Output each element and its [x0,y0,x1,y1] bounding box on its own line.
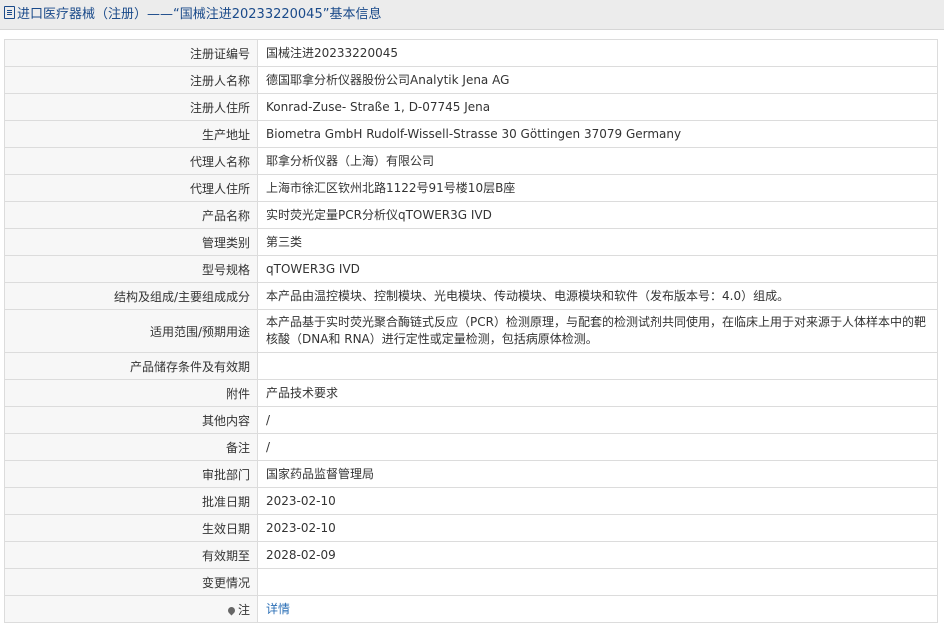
table-row: 附件 产品技术要求 [4,379,938,407]
table-row: 产品名称 实时荧光定量PCR分析仪qTOWER3G IVD [4,201,938,229]
row-value [257,352,938,380]
row-label: 审批部门 [4,460,258,488]
row-label: 备注 [4,433,258,461]
row-value: Konrad-Zuse- Straße 1, D-07745 Jena [257,93,938,121]
row-label: 变更情况 [4,568,258,596]
table-row: 管理类别 第三类 [4,228,938,256]
row-value: Biometra GmbH Rudolf-Wissell-Strasse 30 … [257,120,938,148]
table-row: 审批部门 国家药品监督管理局 [4,460,938,488]
table-row: 注 详情 [4,595,938,623]
row-value: 详情 [257,595,938,623]
table-row: 注册人名称 德国耶拿分析仪器股份公司Analytik Jena AG [4,66,938,94]
row-value: 本产品由温控模块、控制模块、光电模块、传动模块、电源模块和软件（发布版本号：4.… [257,282,938,310]
table-row: 其他内容 / [4,406,938,434]
page-title: 进口医疗器械（注册）——“国械注进20233220045”基本信息 [17,7,382,22]
table-row: 代理人住所 上海市徐汇区钦州北路1122号91号楼10层B座 [4,174,938,202]
row-value: 2023-02-10 [257,514,938,542]
table-row: 变更情况 [4,568,938,596]
row-label: 批准日期 [4,487,258,515]
row-label: 代理人住所 [4,174,258,202]
table-row: 注册人住所 Konrad-Zuse- Straße 1, D-07745 Jen… [4,93,938,121]
row-label: 注册证编号 [4,39,258,67]
row-label: 型号规格 [4,255,258,283]
row-label: 产品储存条件及有效期 [4,352,258,380]
row-label: 适用范围/预期用途 [4,309,258,353]
table-row: 注册证编号 国械注进20233220045 [4,39,938,67]
details-link[interactable]: 详情 [266,602,290,616]
row-value: 耶拿分析仪器（上海）有限公司 [257,147,938,175]
pin-icon [226,605,237,615]
table-row: 代理人名称 耶拿分析仪器（上海）有限公司 [4,147,938,175]
row-value: 产品技术要求 [257,379,938,407]
row-value: 2023-02-10 [257,487,938,515]
row-label: 注册人住所 [4,93,258,121]
row-label: 代理人名称 [4,147,258,175]
row-value: / [257,406,938,434]
row-label: 生产地址 [4,120,258,148]
table-row: 适用范围/预期用途 本产品基于实时荧光聚合酶链式反应（PCR）检测原理，与配套的… [4,309,938,353]
table-row: 有效期至 2028-02-09 [4,541,938,569]
row-value: 德国耶拿分析仪器股份公司Analytik Jena AG [257,66,938,94]
row-value: 上海市徐汇区钦州北路1122号91号楼10层B座 [257,174,938,202]
note-label-cell: 注 [4,595,258,623]
table-row: 生效日期 2023-02-10 [4,514,938,542]
row-value: 第三类 [257,228,938,256]
row-value [257,568,938,596]
table-row: 生产地址 Biometra GmbH Rudolf-Wissell-Strass… [4,120,938,148]
document-icon [4,6,15,19]
table-row: 型号规格 qTOWER3G IVD [4,255,938,283]
row-value: 本产品基于实时荧光聚合酶链式反应（PCR）检测原理，与配套的检测试剂共同使用，在… [257,309,938,353]
row-label: 注册人名称 [4,66,258,94]
page-header: 进口医疗器械（注册）——“国械注进20233220045”基本信息 [0,0,944,30]
row-label: 管理类别 [4,228,258,256]
detail-table: 注册证编号 国械注进20233220045 注册人名称 德国耶拿分析仪器股份公司… [4,39,938,623]
row-value: qTOWER3G IVD [257,255,938,283]
row-label: 结构及组成/主要组成成分 [4,282,258,310]
row-label: 有效期至 [4,541,258,569]
row-label: 生效日期 [4,514,258,542]
row-value: 实时荧光定量PCR分析仪qTOWER3G IVD [257,201,938,229]
row-label: 其他内容 [4,406,258,434]
row-value: / [257,433,938,461]
row-label: 注 [237,602,250,617]
row-label: 产品名称 [4,201,258,229]
table-row: 备注 / [4,433,938,461]
row-value: 2028-02-09 [257,541,938,569]
table-row: 批准日期 2023-02-10 [4,487,938,515]
table-row: 产品储存条件及有效期 [4,352,938,380]
table-row: 结构及组成/主要组成成分 本产品由温控模块、控制模块、光电模块、传动模块、电源模… [4,282,938,310]
row-value: 国械注进20233220045 [257,39,938,67]
row-label: 附件 [4,379,258,407]
row-value: 国家药品监督管理局 [257,460,938,488]
